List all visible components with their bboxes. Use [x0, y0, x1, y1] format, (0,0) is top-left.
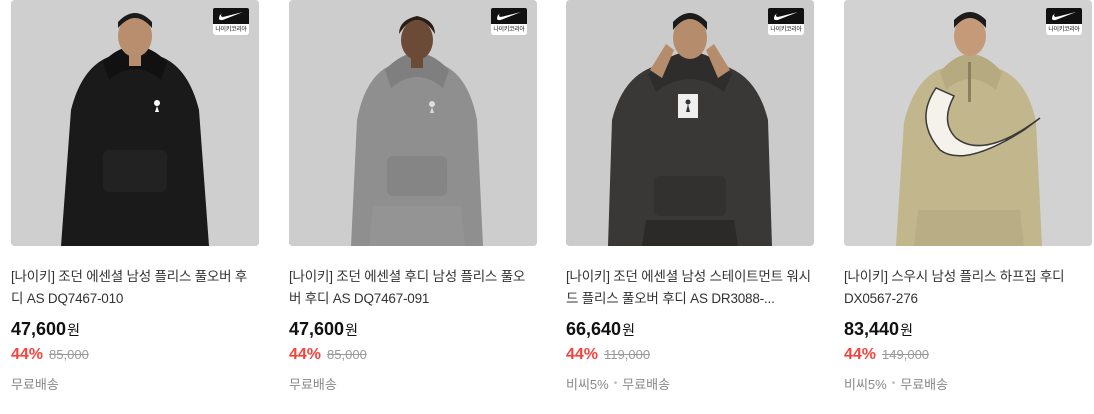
product-card[interactable]: 나이키코리아 [나이키] 조던 에센셜 후디 남성 플리스 풀오버 후디 AS … — [289, 0, 537, 393]
jumpman-patch — [678, 94, 698, 118]
product-title[interactable]: [나이키] 스우시 남성 플리스 하프집 후디 DX0567-276 — [844, 266, 1092, 310]
nike-swoosh-icon — [218, 8, 244, 24]
product-card[interactable]: 나이키코리아 [나이키] 스우시 남성 플리스 하프집 후디 DX0567-27… — [844, 0, 1092, 393]
model-photo — [844, 0, 1092, 246]
product-title[interactable]: [나이키] 조던 에센셜 후디 남성 플리스 풀오버 후디 AS DQ7467-… — [289, 266, 537, 310]
currency-label: 원 — [345, 322, 358, 338]
product-title[interactable]: [나이키] 조던 에센셜 남성 플리스 풀오버 후디 AS DQ7467-010 — [11, 266, 259, 310]
product-image[interactable]: 나이키코리아 — [11, 0, 259, 246]
model-photo — [11, 0, 259, 246]
shipping-info: 무료배송 — [11, 374, 259, 393]
product-image[interactable]: 나이키코리아 — [289, 0, 537, 246]
brand-label: 나이키코리아 — [491, 24, 527, 35]
discount-rate: 44% — [844, 346, 877, 363]
original-price: 85,000 — [327, 347, 367, 362]
discount-rate: 44% — [289, 346, 322, 363]
original-price: 85,000 — [49, 347, 89, 362]
discount-rate: 44% — [11, 346, 44, 363]
price-row: 66,640 원 — [566, 319, 814, 340]
product-card[interactable]: 나이키코리아 [나이키] 조던 에센셜 남성 플리스 풀오버 후디 AS DQ7… — [11, 0, 259, 393]
brand-label: 나이키코리아 — [1046, 24, 1082, 35]
nike-swoosh-icon — [1051, 8, 1077, 24]
model-photo — [566, 0, 814, 246]
nike-swoosh-icon — [773, 8, 799, 24]
price-row: 83,440 원 — [844, 319, 1092, 340]
free-shipping-label: 무료배송 — [289, 377, 337, 392]
brand-badge: 나이키코리아 — [1046, 8, 1082, 35]
nike-swoosh-icon — [496, 8, 522, 24]
discount-row: 44% 85,000 — [11, 346, 259, 364]
shipping-info: 비씨5% • 무료배송 — [566, 374, 814, 393]
product-title[interactable]: [나이키] 조던 에센셜 남성 스테이트먼트 워시드 플리스 풀오버 후디 AS… — [566, 266, 814, 310]
brand-label: 나이키코리아 — [213, 24, 249, 35]
original-price: 119,000 — [604, 347, 651, 362]
discount-rate: 44% — [566, 346, 599, 363]
discount-row: 44% 85,000 — [289, 346, 537, 364]
discount-row: 44% 119,000 — [566, 346, 814, 364]
price-row: 47,600 원 — [289, 319, 537, 340]
original-price: 149,000 — [882, 347, 930, 362]
separator-dot: • — [613, 378, 618, 389]
brand-badge: 나이키코리아 — [768, 8, 804, 35]
discount-row: 44% 149,000 — [844, 346, 1092, 364]
currency-label: 원 — [67, 322, 80, 338]
product-grid: 나이키코리아 [나이키] 조던 에센셜 남성 플리스 풀오버 후디 AS DQ7… — [0, 0, 1094, 414]
sale-price: 83,440 — [844, 319, 900, 339]
price-row: 47,600 원 — [11, 319, 259, 340]
currency-label: 원 — [622, 322, 635, 338]
free-shipping-label: 무료배송 — [900, 377, 949, 392]
sale-price: 66,640 — [566, 319, 622, 339]
card-benefit-label: 비씨5% — [844, 377, 887, 392]
product-card[interactable]: 나이키코리아 [나이키] 조던 에센셜 남성 스테이트먼트 워시드 플리스 풀오… — [566, 0, 814, 393]
brand-badge: 나이키코리아 — [213, 8, 249, 35]
separator-dot: • — [891, 378, 896, 389]
product-image[interactable]: 나이키코리아 — [566, 0, 814, 246]
shipping-info: 무료배송 — [289, 374, 537, 393]
free-shipping-label: 무료배송 — [11, 377, 59, 392]
currency-label: 원 — [900, 322, 913, 338]
brand-badge: 나이키코리아 — [491, 8, 527, 35]
product-image[interactable]: 나이키코리아 — [844, 0, 1092, 246]
shipping-info: 비씨5% • 무료배송 — [844, 374, 1092, 393]
brand-label: 나이키코리아 — [768, 24, 804, 35]
sale-price: 47,600 — [11, 319, 67, 339]
card-benefit-label: 비씨5% — [566, 377, 609, 392]
sale-price: 47,600 — [289, 319, 345, 339]
free-shipping-label: 무료배송 — [622, 377, 671, 392]
model-photo — [289, 0, 537, 246]
